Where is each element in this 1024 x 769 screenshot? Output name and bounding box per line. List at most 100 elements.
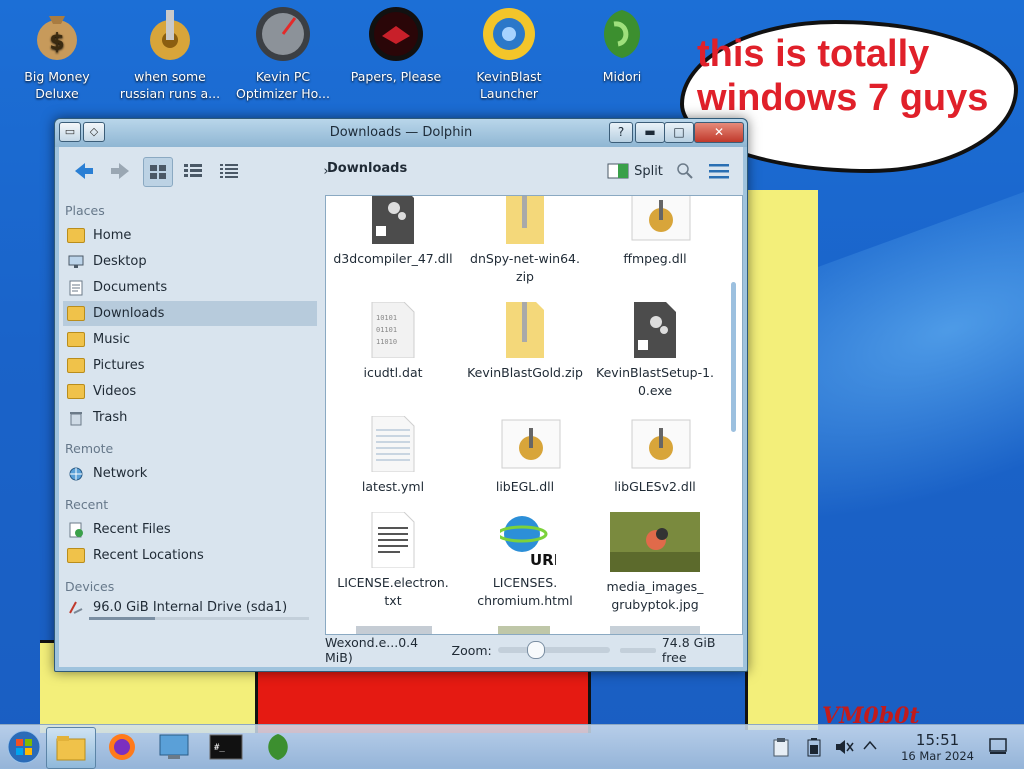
file-item-latest-yml[interactable]: latest.yml (328, 415, 458, 496)
recent-files-icon (67, 521, 85, 539)
file-item-kevinblastsetup-exe[interactable]: KevinBlastSetup-1. 0.exe (590, 302, 720, 400)
file-item-licenses-chromium[interactable]: URL LICENSES. chromium.html (460, 512, 590, 610)
file-manager-icon (56, 736, 86, 761)
desktop-icon-label: Kevin PC Optimizer Ho... (236, 69, 330, 101)
papers-please-icon (368, 6, 424, 62)
recent-locations-icon (67, 547, 85, 565)
places-item-network[interactable]: Network (63, 461, 317, 486)
hamburger-menu-icon (709, 164, 729, 179)
file-item-libegl[interactable]: libEGL.dll (460, 416, 590, 496)
url-globe-icon: URL (496, 512, 564, 569)
firefox-icon (109, 734, 135, 760)
desktop-icon-kevinblast-launcher[interactable]: KevinBlast Launcher (454, 6, 564, 102)
taskbar-firefox[interactable] (98, 727, 146, 767)
places-item-internal-drive[interactable]: 96.0 GiB Internal Drive (sda1) (63, 597, 317, 617)
start-button[interactable] (0, 727, 48, 767)
partial-file-thumbnail (498, 626, 550, 634)
minimize-button[interactable]: ▬ (635, 122, 665, 143)
split-button[interactable]: Split (607, 157, 663, 185)
places-item-recent-files[interactable]: Recent Files (63, 517, 317, 542)
dolphin-window[interactable]: ▭ ◇ Downloads — Dolphin ? ▬ □ ✕ › Downlo… (54, 118, 748, 672)
taskbar-file-manager[interactable] (46, 727, 96, 769)
svg-text:11010: 11010 (376, 338, 397, 346)
breadcrumb[interactable]: Downloads (327, 161, 407, 176)
speech-bubble-text: this is totally windows 7 guys (697, 33, 989, 119)
places-item-videos[interactable]: Videos (63, 379, 317, 404)
clock[interactable]: 15:51 16 Mar 2024 (901, 732, 974, 764)
svg-text:01101: 01101 (376, 326, 397, 334)
file-name: LICENSES. chromium.html (477, 575, 573, 608)
taskbar-midori[interactable] (254, 727, 302, 767)
dat-file-icon: 10101 01101 11010 (368, 301, 418, 359)
dll-gold-gear-icon (630, 416, 691, 472)
compact-view-icon (184, 164, 202, 177)
places-item-pictures[interactable]: Pictures (63, 353, 317, 378)
battery-icon[interactable] (806, 737, 822, 761)
drive-usage-bar (89, 617, 309, 620)
desktop-icon-kevin-pc-optimizer[interactable]: Kevin PC Optimizer Ho... (228, 6, 338, 102)
search-button[interactable] (673, 157, 697, 185)
clipboard-icon[interactable] (772, 737, 790, 761)
wallpaper-drawing-yellow-right (745, 190, 818, 730)
svg-text:#_: #_ (214, 743, 225, 753)
help-button[interactable]: ? (609, 122, 633, 143)
downloads-folder-icon (67, 305, 85, 323)
places-item-recent-locations[interactable]: Recent Locations (63, 543, 317, 568)
back-button[interactable] (69, 157, 99, 185)
file-item-d3dcompiler[interactable]: d3dcompiler_47.dll (328, 196, 458, 268)
hamburger-menu-button[interactable] (707, 157, 731, 185)
zoom-slider[interactable] (497, 641, 611, 659)
money-bag-icon: $ (29, 6, 85, 62)
show-desktop-icon[interactable] (988, 737, 1008, 759)
desktop-icon-midori[interactable]: Midori (567, 6, 677, 85)
file-item-libglesv2[interactable]: libGLESv2.dll (590, 416, 720, 496)
toolbar: › Downloads Split (59, 147, 743, 193)
file-view[interactable]: d3dcompiler_47.dll dnSpy-net-win64. zip … (325, 195, 743, 635)
text-file-icon (368, 511, 418, 569)
file-name: libEGL.dll (495, 479, 555, 494)
icons-view-button[interactable] (143, 157, 173, 187)
places-item-trash[interactable]: Trash (63, 405, 317, 430)
desktop-icon-label: Papers, Please (350, 69, 442, 84)
places-item-music[interactable]: Music (63, 327, 317, 352)
desktop-icon-big-money-deluxe[interactable]: $ Big Money Deluxe (2, 6, 112, 102)
free-space-text: 74.8 GiB free (661, 635, 716, 665)
compact-view-button[interactable] (179, 157, 207, 185)
partial-file-thumbnail (356, 626, 432, 634)
close-button[interactable]: ✕ (694, 122, 744, 143)
file-name: KevinBlastSetup-1. 0.exe (596, 365, 714, 398)
volume-muted-icon[interactable] (834, 737, 854, 761)
file-item-license-electron[interactable]: LICENSE.electron. txt (328, 511, 458, 610)
places-item-documents[interactable]: Documents (63, 275, 317, 300)
partial-file-thumbnail (610, 626, 700, 634)
taskbar-system-settings[interactable] (150, 727, 198, 767)
clock-date: 16 Mar 2024 (901, 749, 974, 763)
places-item-desktop[interactable]: Desktop (63, 249, 317, 274)
places-item-downloads[interactable]: Downloads (63, 301, 317, 326)
file-item-media-image-jpg[interactable]: media_images_ grubyptok.jpg (590, 512, 720, 614)
taskbar-terminal[interactable]: #_ (202, 727, 250, 767)
dll-gold-gear-icon (500, 416, 561, 472)
file-name: d3dcompiler_47.dll (333, 251, 453, 266)
zoom-slider-handle[interactable] (527, 641, 546, 659)
places-item-home[interactable]: Home (63, 223, 317, 248)
maximize-button[interactable]: □ (664, 122, 694, 143)
forward-button[interactable] (105, 157, 135, 185)
file-item-ffmpeg[interactable]: ffmpeg.dll (590, 196, 720, 268)
details-view-button[interactable] (215, 157, 243, 185)
desktop-icon-papers-please[interactable]: Papers, Please (341, 6, 451, 85)
split-label: Split (634, 163, 663, 179)
zip-file-icon (500, 302, 550, 358)
vertical-scrollbar[interactable] (731, 282, 736, 432)
file-item-kevinblastgold-zip[interactable]: KevinBlastGold.zip (460, 302, 590, 382)
title-bar[interactable]: ▭ ◇ Downloads — Dolphin ? ▬ □ ✕ (55, 119, 747, 147)
file-name: dnSpy-net-win64. zip (470, 251, 580, 284)
tray-expand-icon[interactable] (862, 739, 878, 755)
file-item-icudtl[interactable]: 10101 01101 11010 icudtl.dat (328, 301, 458, 382)
forward-arrow-icon (111, 163, 129, 179)
file-name: KevinBlastGold.zip (467, 365, 583, 380)
desktop-icon-russian-gear[interactable]: when some russian runs a... (115, 6, 225, 102)
file-name: libGLESv2.dll (614, 479, 696, 494)
recent-section-title: Recent (65, 497, 109, 512)
file-item-dnspy-zip[interactable]: dnSpy-net-win64. zip (460, 196, 590, 286)
